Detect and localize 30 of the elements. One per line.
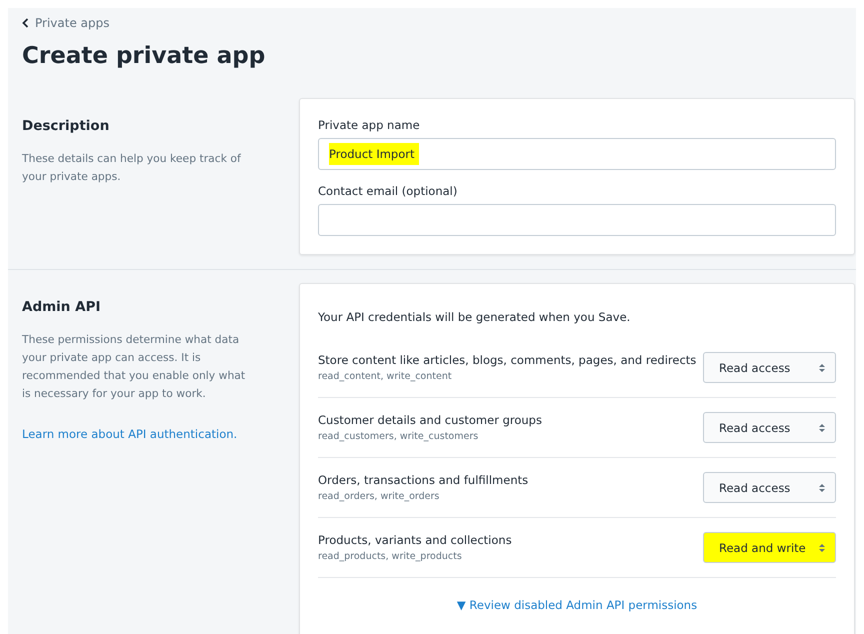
- section-heading: Description: [22, 118, 110, 134]
- input-field[interactable]: [318, 204, 836, 236]
- permission-scopes: read_products, write_products: [318, 551, 463, 562]
- section-description: These details can help you keep track of your private apps.: [22, 151, 242, 185]
- up-down-caret-icon: [819, 542, 825, 552]
- up-down-caret-icon: [819, 422, 825, 432]
- permission-title: Customer details and customer groups: [318, 413, 542, 427]
- access-select[interactable]: Read access: [703, 352, 836, 383]
- permission-title: Store content like articles, blogs, comments, pages, and redirects: [318, 353, 696, 367]
- learn-more-link[interactable]: Learn more about API authentication.: [22, 427, 238, 441]
- review-permissions-link[interactable]: ▼ Review disabled Admin API permissions: [456, 598, 698, 612]
- field-label: Private app name: [318, 118, 421, 132]
- access-select[interactable]: Read and write: [703, 532, 836, 563]
- input-field[interactable]: Product Import: [318, 138, 836, 170]
- permission-title: Products, variants and collections: [318, 533, 512, 547]
- up-down-caret-icon: [819, 362, 825, 372]
- access-select[interactable]: Read access: [703, 412, 836, 443]
- chevron-left-icon: [22, 18, 29, 28]
- up-down-caret-icon: [819, 482, 825, 492]
- section-description: These permissions determine what data your private app can access. It is recommended that you enable only what is necessary for your app to work.: [22, 332, 246, 402]
- permission-scopes: read_content, write_content: [318, 371, 453, 382]
- back-link[interactable]: Private apps: [22, 16, 110, 30]
- access-select[interactable]: Read access: [703, 472, 836, 503]
- permission-scopes: read_customers, write_customers: [318, 431, 480, 442]
- page-title: Create private app: [22, 42, 266, 71]
- permission-title: Orders, transactions and fulfillments: [318, 473, 528, 487]
- permission-scopes: read_orders, write_orders: [318, 491, 440, 502]
- field-label: Contact email (optional): [318, 184, 458, 198]
- section-heading: Admin API: [22, 299, 102, 315]
- credentials-notice: Your API credentials will be generated when you Save.: [318, 310, 632, 324]
